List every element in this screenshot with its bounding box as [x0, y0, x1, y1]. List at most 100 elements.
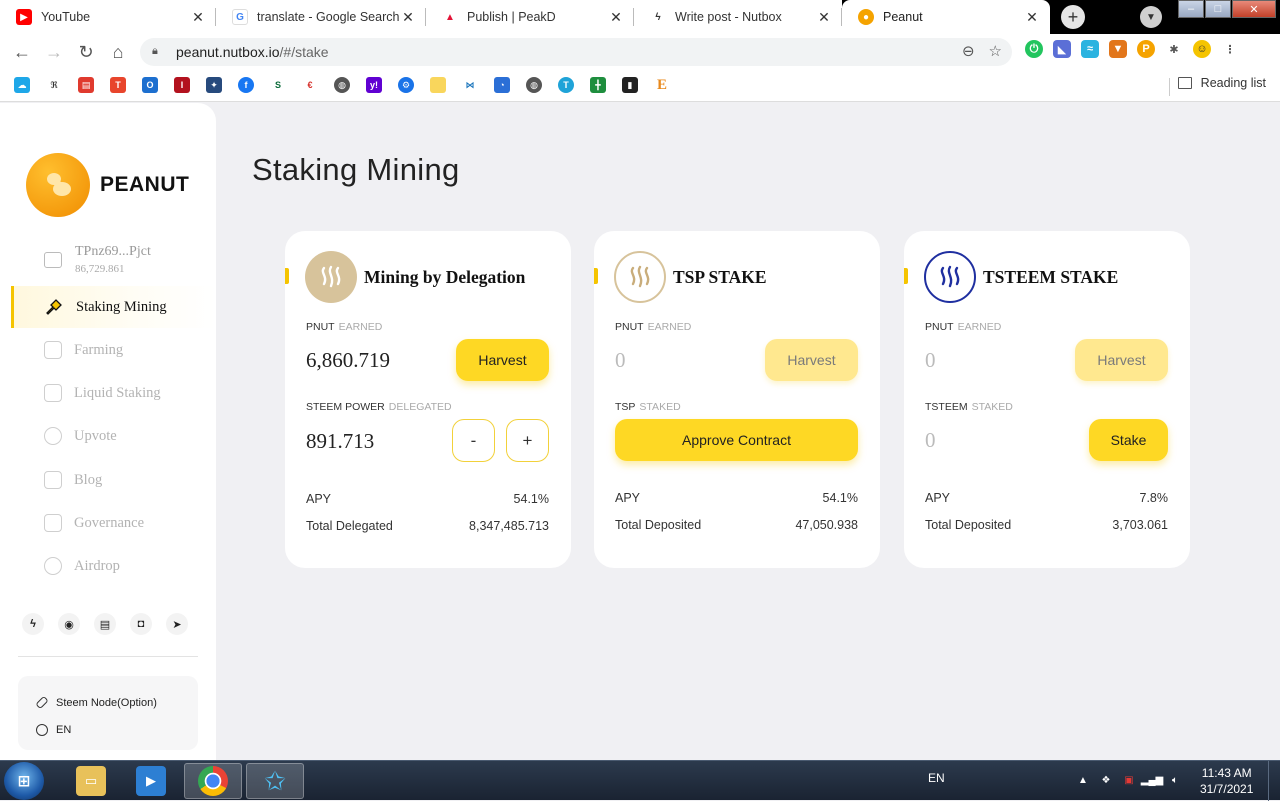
telegram-icon[interactable]: ➤ [166, 613, 188, 635]
bookmark-icon[interactable]: T [110, 77, 126, 93]
steem-icon[interactable]: ϟ [22, 613, 44, 635]
window-controls: – □ ✕ [1177, 0, 1276, 18]
reload-icon[interactable]: ↻ [70, 36, 102, 68]
language-indicator[interactable]: EN [928, 771, 945, 785]
increase-delegation-button[interactable]: + [506, 419, 549, 462]
close-window-button[interactable]: ✕ [1232, 0, 1276, 18]
volume-icon[interactable]: 🔈︎ [1168, 773, 1182, 787]
tray-expand-icon[interactable]: ▲ [1076, 773, 1090, 787]
bookmark-icon[interactable]: ✦ [206, 77, 222, 93]
sidebar-item-liquid-staking[interactable]: Liquid Staking [11, 372, 216, 414]
bookmark-icon[interactable]: S [270, 77, 286, 93]
sidebar-item-governance[interactable]: Governance [11, 502, 216, 544]
home-icon[interactable]: ⌂ [102, 36, 134, 68]
url-text: peanut.nutbox.io/#/stake [176, 44, 329, 60]
decrease-delegation-button[interactable]: - [452, 419, 495, 462]
sidebar-item-airdrop[interactable]: Airdrop [11, 545, 216, 587]
taskbar-chrome[interactable] [184, 763, 242, 799]
lock-icon: 🔒︎ [152, 45, 158, 57]
profile-avatar-icon[interactable]: ☺ [1193, 40, 1211, 58]
forward-icon[interactable]: → [38, 36, 70, 68]
maximize-button[interactable]: □ [1205, 0, 1231, 18]
metamask-icon[interactable]: ▼ [1109, 40, 1127, 58]
github-icon[interactable]: ◉ [58, 613, 80, 635]
sidebar-item-staking-mining[interactable]: Staking Mining [11, 286, 216, 328]
harvest-button[interactable]: Harvest [765, 339, 858, 381]
language-option[interactable]: EN [36, 716, 198, 743]
extensions-puzzle-icon[interactable]: ✱ [1165, 40, 1183, 58]
close-icon[interactable]: ✕ [190, 9, 206, 25]
zoom-icon[interactable]: ⊖ [962, 42, 975, 60]
bookmark-cloud-icon[interactable]: ☁ [14, 77, 30, 93]
new-tab-button[interactable]: + [1061, 5, 1085, 29]
tray-alert-icon[interactable]: ▣ [1122, 773, 1136, 787]
reading-list-button[interactable]: Reading list [1177, 76, 1266, 90]
sidebar-item-farming[interactable]: Farming [11, 329, 216, 371]
extension-p-icon[interactable]: P [1137, 40, 1155, 58]
bookmark-icon[interactable]: € [302, 77, 318, 93]
facebook-icon[interactable]: f [238, 77, 254, 93]
bookmark-icon[interactable]: ℜ [46, 77, 62, 93]
clock[interactable]: 11:43 AM 31/7/2021 [1200, 765, 1253, 797]
show-desktop-button[interactable] [1268, 761, 1280, 801]
bookmark-outlook-icon[interactable]: O [142, 77, 158, 93]
tab-google[interactable]: G translate - Google Search ✕ [216, 0, 426, 34]
network-signal-icon[interactable]: ▂▄▆ [1141, 773, 1163, 787]
clock-time: 11:43 AM [1201, 766, 1252, 780]
dropbox-icon[interactable]: ❖ [1099, 773, 1113, 787]
bookmark-icon[interactable]: ▤ [78, 77, 94, 93]
brand[interactable]: PEANUT [26, 153, 189, 217]
yahoo-icon[interactable]: y! [366, 77, 382, 93]
settings-gear-icon[interactable]: ⚙ [398, 77, 414, 93]
approve-contract-button[interactable]: Approve Contract [615, 419, 858, 461]
bookmark-note-icon[interactable] [430, 77, 446, 93]
earned-token: PNUT [925, 321, 954, 333]
close-icon[interactable]: ✕ [608, 9, 624, 25]
harvest-button[interactable]: Harvest [1075, 339, 1168, 381]
address-bar[interactable]: 🔒︎ peanut.nutbox.io/#/stake ⊖ ☆ [140, 38, 1012, 66]
apy-value: 7.8% [1139, 491, 1169, 505]
bookmark-icon[interactable]: T [558, 77, 574, 93]
card-title: Mining by Delegation [364, 266, 526, 287]
docs-icon[interactable]: ▤ [94, 613, 116, 635]
extension-shield-icon[interactable]: ◣ [1053, 40, 1071, 58]
tab-peanut[interactable]: ● Peanut ✕ [842, 0, 1050, 34]
card-accent [285, 268, 289, 284]
globe-icon[interactable]: ◍ [334, 77, 350, 93]
taskbar-app[interactable]: ✩ [246, 763, 304, 799]
bookmark-star-icon[interactable]: ☆ [989, 42, 1002, 60]
bookmark-icon[interactable]: I [174, 77, 190, 93]
close-icon[interactable]: ✕ [1024, 9, 1040, 25]
taskbar-explorer[interactable]: ▭ [62, 763, 120, 799]
bookmark-icon[interactable]: ╋ [590, 77, 606, 93]
menu-kebab-icon[interactable]: ⋮ [1221, 40, 1239, 58]
tab-nutbox[interactable]: ϟ Write post - Nutbox ✕ [634, 0, 842, 34]
reading-list-icon [1177, 77, 1192, 89]
extension-power-icon[interactable]: ⏻ [1025, 40, 1043, 58]
bookmark-icon[interactable]: ◔ [494, 77, 510, 93]
steem-node-option[interactable]: Steem Node(Option) [35, 689, 198, 716]
tab-youtube[interactable]: ▶ YouTube ✕ [0, 0, 216, 34]
extension-wand-icon[interactable]: ≈ [1081, 40, 1099, 58]
bookmark-icon[interactable]: ⋈ [462, 77, 478, 93]
close-icon[interactable]: ✕ [400, 9, 416, 25]
bookmark-icon[interactable]: ▮ [622, 77, 638, 93]
stake-button[interactable]: Stake [1089, 419, 1168, 461]
globe-icon[interactable]: ◍ [526, 77, 542, 93]
taskbar-media-player[interactable]: ▶ [122, 763, 180, 799]
tab-search-icon[interactable]: ▼ [1140, 6, 1162, 28]
harvest-button[interactable]: Harvest [456, 339, 549, 381]
sidebar-item-blog[interactable]: Blog [11, 459, 216, 501]
sidebar-item-upvote[interactable]: Upvote [11, 415, 216, 457]
bookmark-icon[interactable]: E [654, 77, 670, 93]
stake-token: STEEM POWER [306, 401, 385, 413]
close-icon[interactable]: ✕ [816, 9, 832, 25]
wallet-account[interactable]: TPnz69...Pjct 86,729.861 [44, 244, 151, 275]
minimize-button[interactable]: – [1178, 0, 1204, 18]
start-button[interactable]: ⊞ [4, 762, 44, 800]
back-icon[interactable]: ← [6, 36, 38, 68]
tsteem-coin-icon [924, 251, 976, 303]
discord-icon[interactable]: ◘ [130, 613, 152, 635]
tab-peakd[interactable]: ▲ Publish | PeakD ✕ [426, 0, 634, 34]
brand-name: PEANUT [100, 173, 190, 196]
